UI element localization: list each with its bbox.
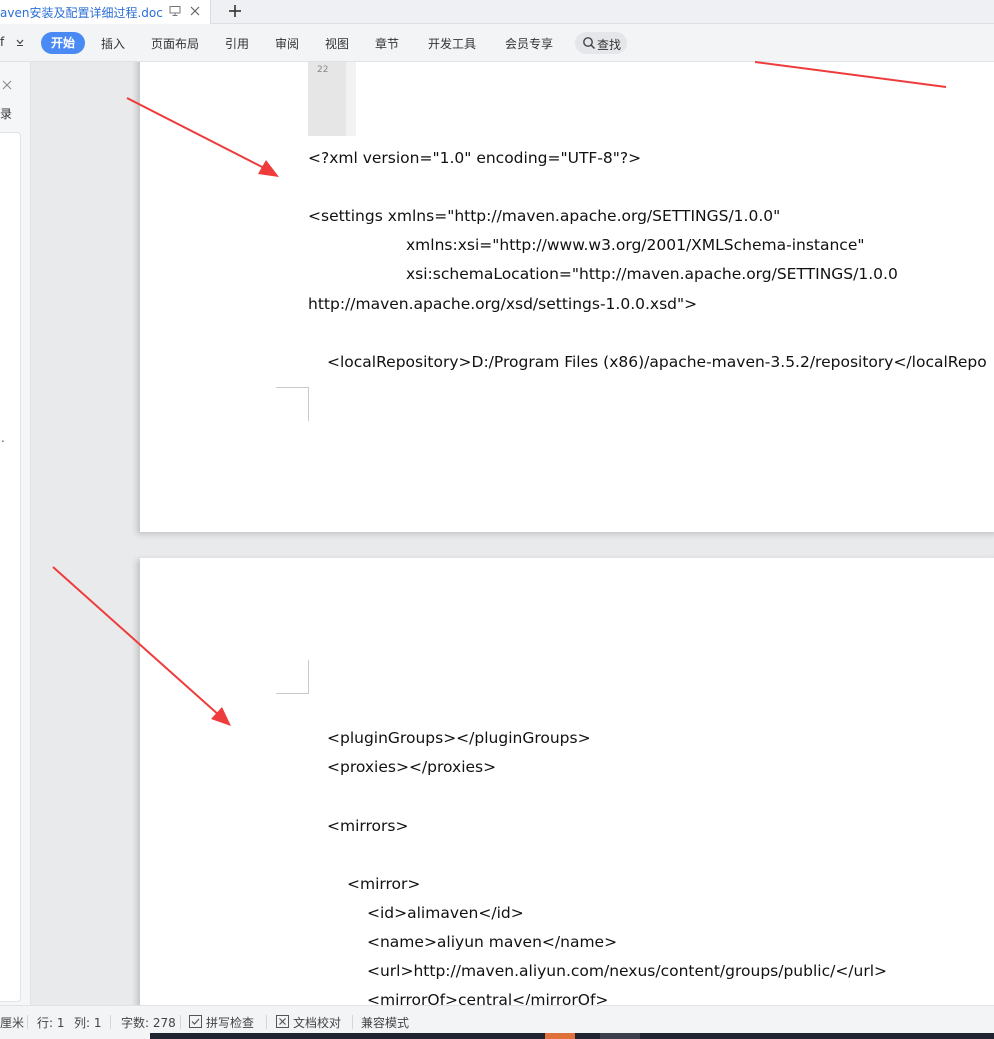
document-proof-button[interactable]: 文档校对 [293,1014,341,1031]
row-indicator[interactable]: 行: 1 [37,1014,65,1031]
spell-check-icon [189,1015,202,1028]
unit-indicator[interactable]: 厘米 [0,1014,24,1031]
red-arrow-upper [126,97,279,177]
compatibility-mode-label: 兼容模式 [361,1016,410,1030]
red-arrow-lower [52,566,231,726]
taskbar-strip [150,1033,994,1039]
document-proof-icon [276,1015,289,1028]
word-count[interactable]: 字数: 278 [121,1014,176,1031]
divider [266,1015,267,1029]
spell-check-button[interactable]: 拼写检查 [206,1014,254,1031]
taskbar-item[interactable] [600,1033,640,1039]
divider [27,1015,28,1029]
divider [352,1015,353,1029]
taskbar-item[interactable] [545,1033,575,1039]
red-arrow-top-right [754,61,947,88]
divider [180,1015,181,1029]
annotation-arrows [52,61,947,726]
column-indicator[interactable]: 列: 1 [74,1014,102,1031]
divider [110,1015,111,1029]
